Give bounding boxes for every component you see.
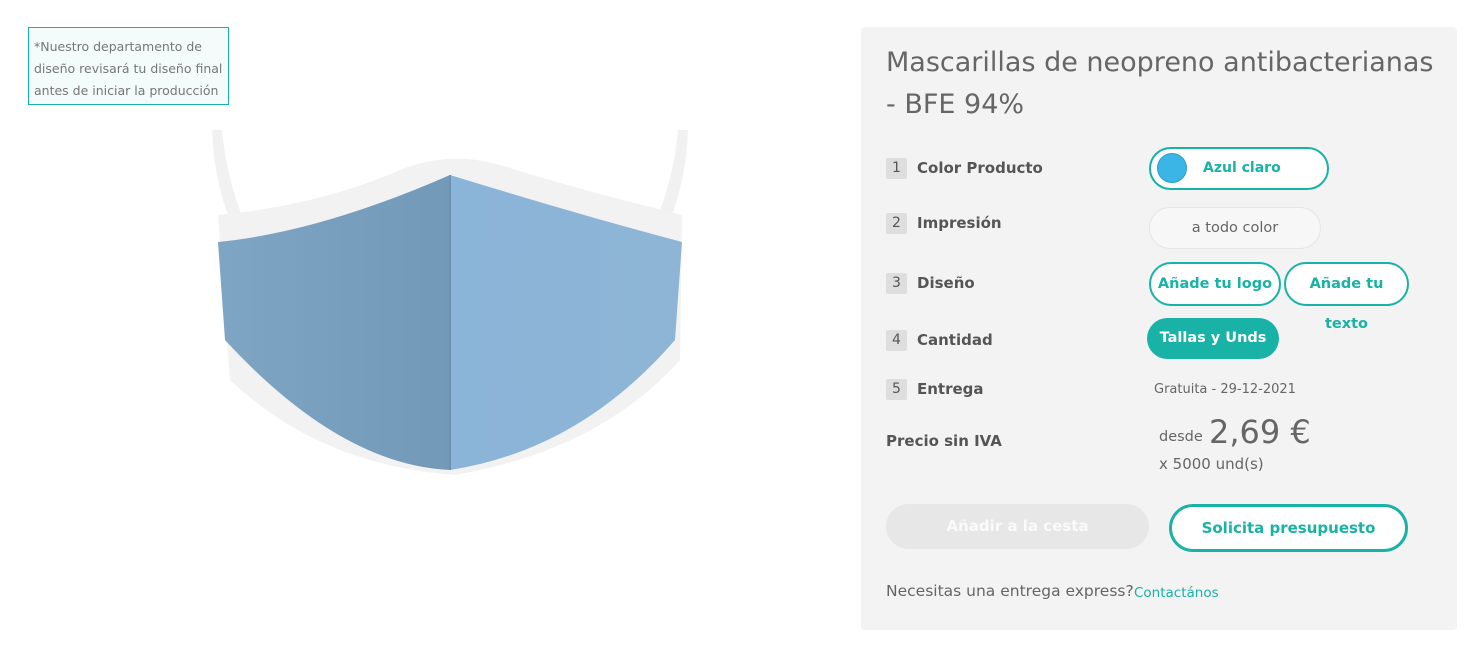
design-review-notice: *Nuestro departamento de diseño revisará… [28,27,229,105]
product-config-panel: Mascarillas de neopreno antibacterianas … [861,27,1457,630]
step-number-4: 4 [886,330,907,351]
step-number-3: 3 [886,273,907,294]
step-number-1: 1 [886,158,907,179]
notice-line-1: *Nuestro departamento de [34,39,202,54]
sizes-units-button[interactable]: Tallas y Unds [1147,318,1279,359]
step-label-quantity: Cantidad [917,331,993,349]
delivery-value: Gratuita - 29-12-2021 [1154,382,1296,397]
price-prefix: desde [1159,429,1203,445]
step-label-delivery: Entrega [917,380,984,398]
step-label-design: Diseño [917,274,975,292]
notice-line-2: diseño revisará tu diseño final [34,61,223,76]
add-logo-button[interactable]: Añade tu logo [1149,262,1281,306]
price-quantity: x 5000 und(s) [1159,455,1264,473]
price-label: Precio sin IVA [886,432,1002,450]
step-number-5: 5 [886,379,907,400]
notice-line-3: antes de iniciar la producción [34,83,219,98]
contact-link[interactable]: Contactános [1134,585,1219,601]
price-value: 2,69 € [1209,413,1311,451]
step-label-print: Impresión [917,214,1002,232]
request-quote-button[interactable]: Solicita presupuesto [1169,504,1408,552]
print-option[interactable]: a todo color [1149,207,1321,249]
face-mask-image [200,120,700,490]
product-title: Mascarillas de neopreno antibacterianas … [886,47,1434,120]
step-number-2: 2 [886,213,907,234]
color-label: Azul claro [1203,160,1281,176]
add-to-cart-button[interactable]: Añadir a la cesta [886,504,1149,549]
color-swatch [1157,153,1187,183]
add-text-button[interactable]: Añade tu texto [1284,262,1409,332]
step-label-color: Color Producto [917,159,1043,177]
express-delivery-question: Necesitas una entrega express? [886,582,1134,600]
color-selector-button[interactable]: Azul claro [1149,147,1329,190]
